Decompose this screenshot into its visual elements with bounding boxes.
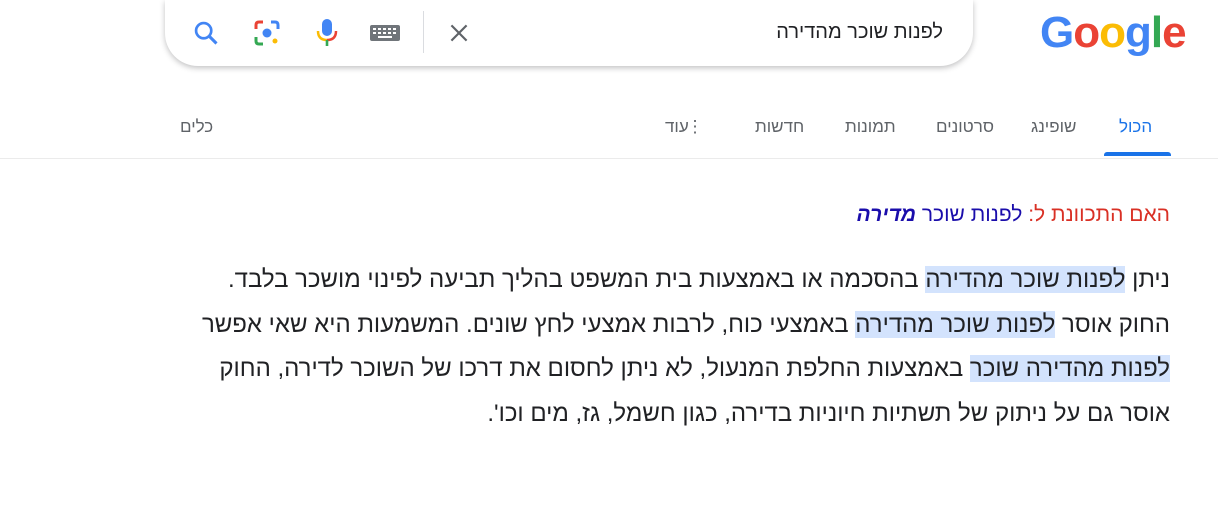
suggestion-correction: מדירה <box>856 203 916 226</box>
featured-snippet: ניתן לפנות שוכר מהדירה בהסכמה או באמצעות… <box>185 258 1170 436</box>
search-icon[interactable] <box>189 16 223 50</box>
close-icon[interactable] <box>442 16 476 50</box>
more-dots-icon: ⋮ <box>686 117 704 136</box>
snippet-highlight: לפנות מהדירה שוכר <box>969 355 1170 382</box>
tab-images[interactable]: תמונות <box>845 117 896 137</box>
logo-letter: o <box>1073 8 1100 57</box>
active-tab-indicator <box>1104 152 1171 156</box>
logo-letter: o <box>1099 8 1126 57</box>
suggestion-plain: לפנות שוכר <box>921 203 1023 226</box>
lens-icon[interactable] <box>250 16 284 50</box>
mic-icon[interactable] <box>310 16 344 50</box>
logo-letter: l <box>1150 8 1163 57</box>
search-input[interactable]: לפנות שוכר מהדירה <box>776 21 943 44</box>
search-tabs: הכול שופינג סרטונים תמונות חדשות ⋮ עוד כ… <box>0 100 1218 158</box>
tab-news[interactable]: חדשות <box>755 117 804 137</box>
google-logo[interactable]: Google <box>1040 8 1187 58</box>
tab-shopping[interactable]: שופינג <box>1031 117 1076 137</box>
did-you-mean-link[interactable]: לפנות שוכר מדירה <box>857 203 1023 226</box>
did-you-mean: האם התכוונת ל: לפנות שוכר מדירה <box>857 203 1171 227</box>
tab-all[interactable]: הכול <box>1119 117 1152 137</box>
logo-letter: e <box>1162 8 1187 57</box>
search-box[interactable]: לפנות שוכר מהדירה <box>165 0 973 66</box>
did-you-mean-label: האם התכוונת ל: <box>1028 203 1170 226</box>
logo-letter: g <box>1125 8 1152 57</box>
tools-button[interactable]: כלים <box>180 117 213 137</box>
snippet-text: באמצעי כוח, לרבות אמצעי לחץ שונים. המשמע… <box>201 310 856 338</box>
tabs-divider <box>0 158 1218 159</box>
snippet-text: ניתן <box>1125 266 1170 293</box>
search-divider <box>423 11 424 53</box>
tab-videos[interactable]: סרטונים <box>936 117 994 137</box>
tab-more-label: עוד <box>665 117 689 136</box>
tab-more[interactable]: ⋮ עוד <box>665 117 703 137</box>
snippet-highlight: לפנות שוכר מהדירה <box>855 310 1056 338</box>
snippet-highlight: לפנות שוכר מהדירה <box>925 266 1126 293</box>
keyboard-icon[interactable] <box>368 16 402 50</box>
logo-letter: G <box>1040 8 1074 57</box>
